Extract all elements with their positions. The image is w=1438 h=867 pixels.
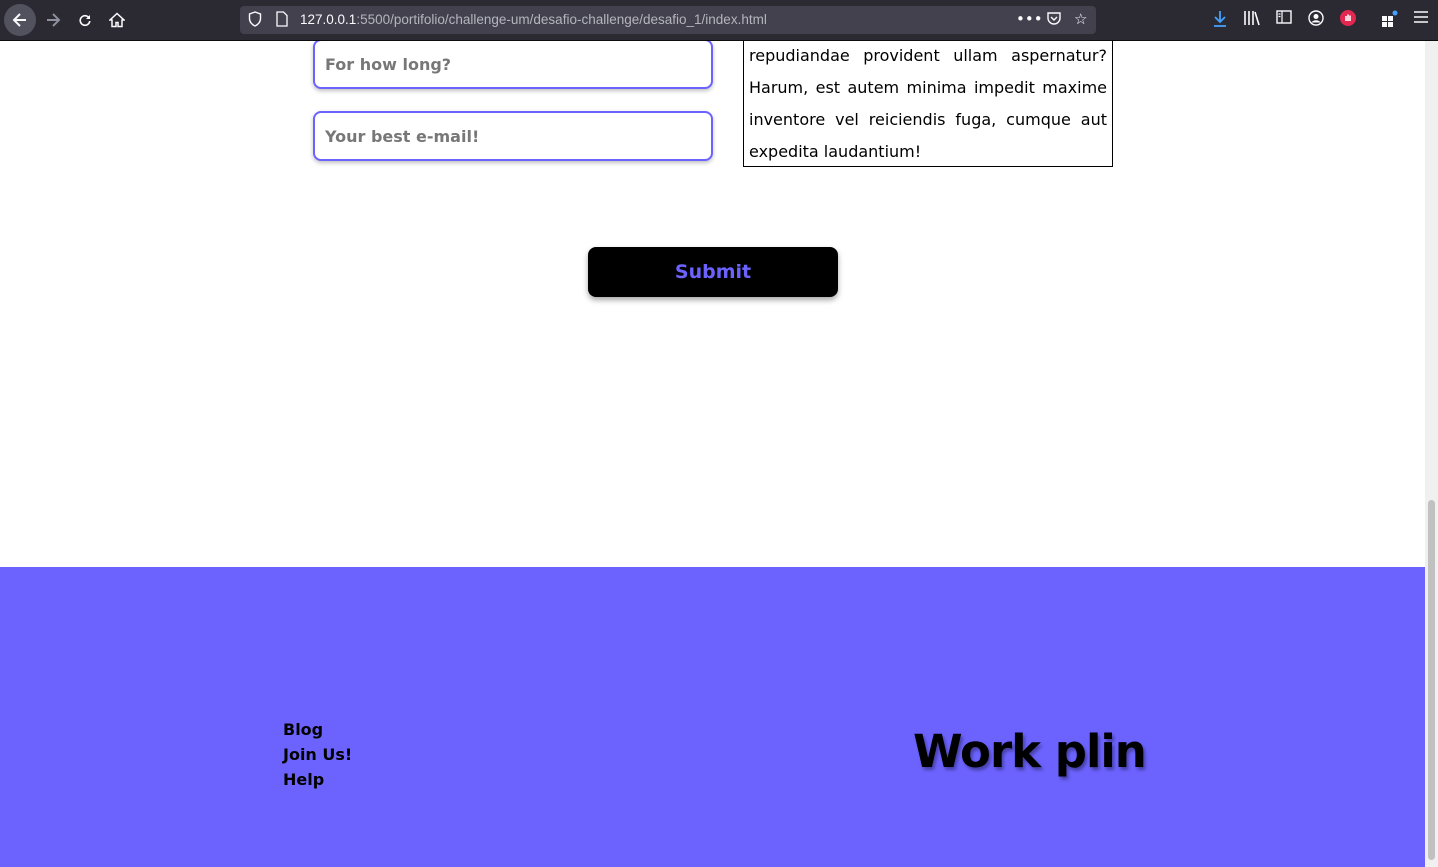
- tracking-shield-icon[interactable]: [248, 11, 264, 29]
- downloads-icon[interactable]: [1212, 10, 1228, 31]
- bookmark-star-icon[interactable]: ☆: [1074, 10, 1087, 28]
- page-content: repudiandae provident ullam aspernatur? …: [0, 41, 1425, 867]
- library-icon[interactable]: [1243, 10, 1261, 29]
- forward-button[interactable]: [37, 4, 69, 36]
- page-actions-icon[interactable]: •••: [1016, 10, 1043, 28]
- footer: Blog Join Us! Help Work plin: [0, 567, 1425, 867]
- duration-input[interactable]: [313, 41, 713, 89]
- message-textarea[interactable]: repudiandae provident ullam aspernatur? …: [743, 41, 1113, 167]
- brand-logo-text: Work plin: [913, 725, 1147, 778]
- browser-toolbar: 127.0.0.1:5500/portifolio/challenge-um/d…: [0, 0, 1438, 41]
- menu-hamburger-icon[interactable]: [1413, 10, 1429, 27]
- account-icon[interactable]: [1308, 10, 1324, 29]
- footer-link-blog[interactable]: Blog: [283, 717, 352, 742]
- url-path: :5500/portifolio/challenge-um/desafio-ch…: [356, 12, 767, 27]
- extensions-icon[interactable]: [1381, 10, 1399, 31]
- back-button[interactable]: [4, 4, 36, 36]
- sidebar-icon[interactable]: [1276, 10, 1292, 27]
- address-bar[interactable]: 127.0.0.1:5500/portifolio/challenge-um/d…: [240, 6, 1096, 34]
- reload-button[interactable]: [69, 4, 101, 36]
- page-info-icon[interactable]: [276, 11, 290, 29]
- back-arrow-icon: [12, 13, 26, 27]
- footer-links: Blog Join Us! Help: [283, 717, 352, 792]
- extension-stop-icon[interactable]: [1340, 10, 1356, 29]
- footer-link-join-us[interactable]: Join Us!: [283, 742, 352, 767]
- reload-icon: [79, 14, 91, 27]
- url-text[interactable]: 127.0.0.1:5500/portifolio/challenge-um/d…: [300, 12, 767, 27]
- email-input[interactable]: [313, 111, 713, 161]
- pocket-icon[interactable]: [1046, 10, 1062, 30]
- home-icon: [109, 12, 125, 28]
- footer-link-help[interactable]: Help: [283, 767, 352, 792]
- footer-background: [0, 567, 1425, 867]
- submit-button[interactable]: Submit: [588, 247, 838, 297]
- url-host: 127.0.0.1: [300, 12, 357, 27]
- forward-arrow-icon: [47, 13, 61, 27]
- scrollbar-thumb[interactable]: [1428, 500, 1435, 860]
- home-button[interactable]: [101, 4, 133, 36]
